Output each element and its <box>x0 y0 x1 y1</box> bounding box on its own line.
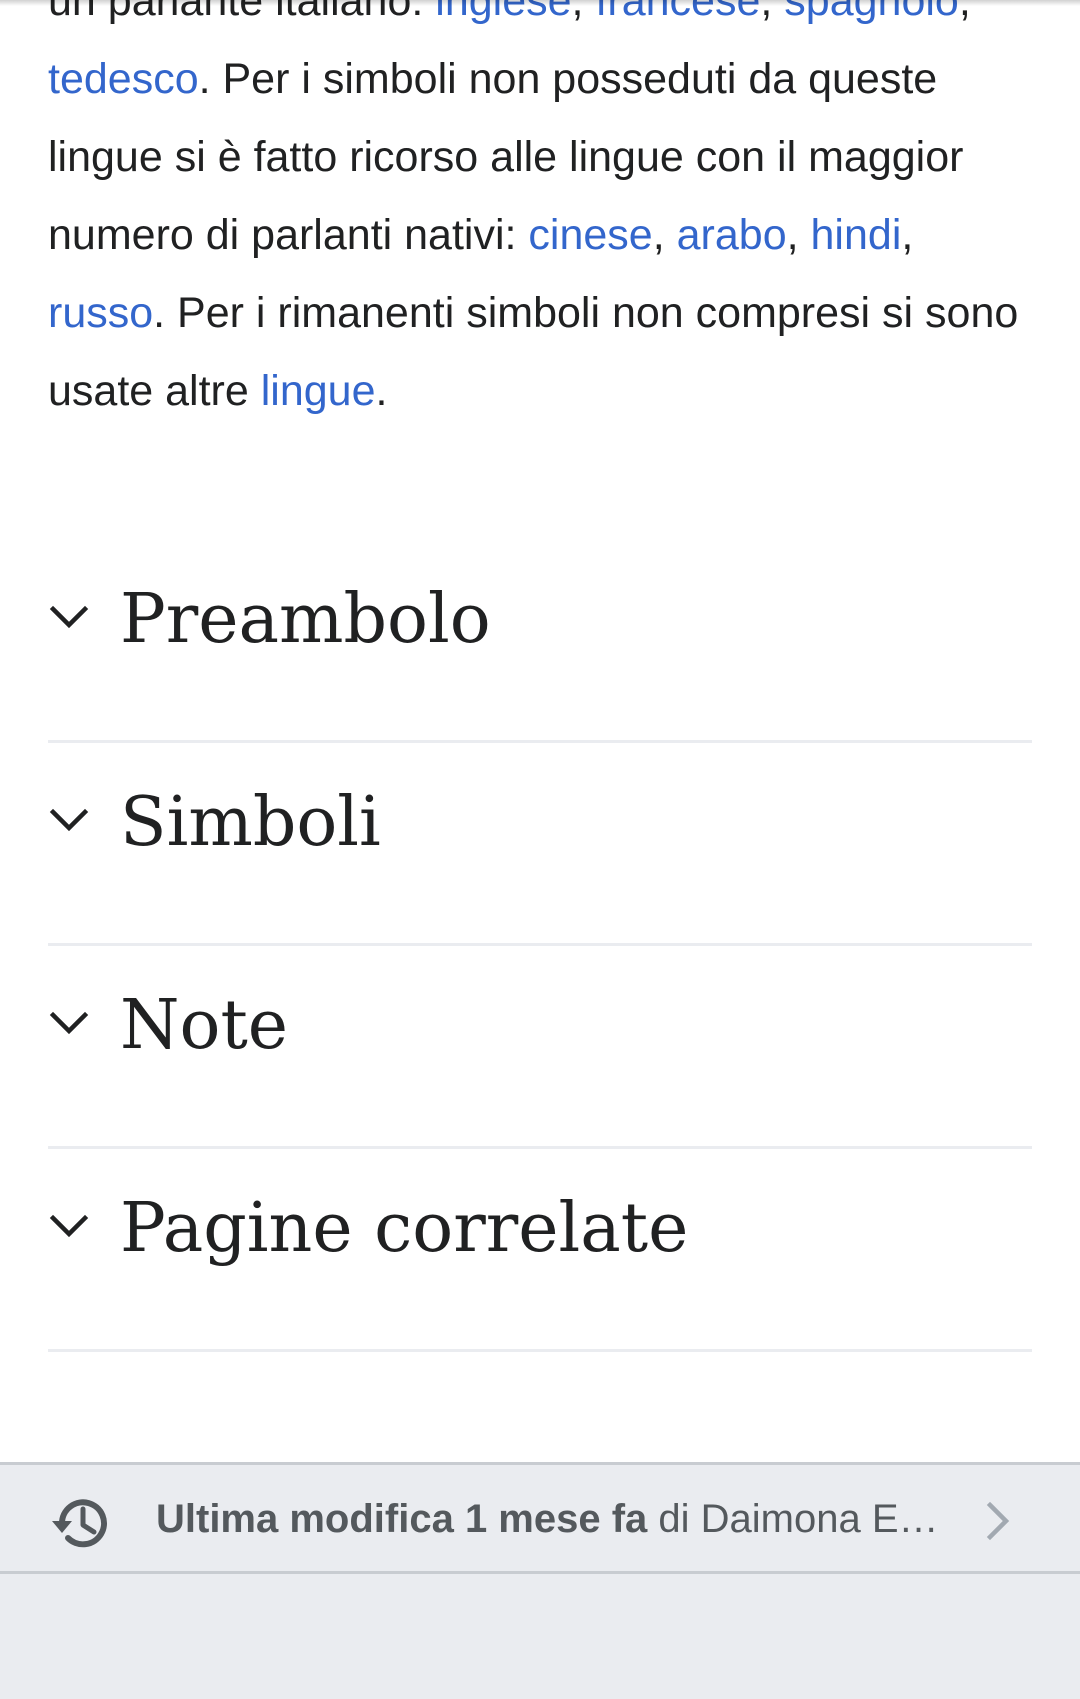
chevron-down-icon <box>49 605 89 629</box>
paragraph-text: . Per i rimanenti simboli non compresi s… <box>48 289 1019 415</box>
last-modified-text: Ultima modifica 1 mese fa di Daimona E… <box>156 1493 939 1545</box>
section-title: Note <box>120 986 289 1065</box>
section-title: Preambolo <box>120 580 491 659</box>
history-icon <box>52 1499 107 1548</box>
section-preambolo[interactable]: Preambolo <box>48 540 1032 743</box>
page-bottom-area <box>0 1574 1080 1699</box>
section-title: Pagine correlate <box>120 1189 689 1268</box>
last-modified-time: Ultima modifica 1 mese fa <box>156 1497 648 1541</box>
comma: , <box>786 211 811 259</box>
last-modified-bar[interactable]: Ultima modifica 1 mese fa di Daimona E… <box>0 1462 1080 1574</box>
top-shadow <box>0 0 1080 6</box>
link-arabo[interactable]: arabo <box>677 211 787 259</box>
link-tedesco[interactable]: tedesco <box>48 55 199 103</box>
link-cinese[interactable]: cinese <box>528 211 652 259</box>
link-hindi[interactable]: hindi <box>811 211 902 259</box>
collapsible-sections: Preambolo Simboli Note Pagine correlate <box>48 540 1032 1352</box>
chevron-down-icon <box>49 808 89 832</box>
article-body: un parlante italiano: inglese, francese,… <box>48 0 1038 430</box>
section-pagine-correlate[interactable]: Pagine correlate <box>48 1149 1032 1352</box>
period: . <box>375 367 388 415</box>
link-russo[interactable]: russo <box>48 289 153 337</box>
last-modified-author: di Daimona E… <box>647 1497 939 1541</box>
chevron-down-icon <box>49 1011 89 1035</box>
link-lingue[interactable]: lingue <box>261 367 376 415</box>
chevron-right-icon <box>986 1501 1010 1541</box>
section-title: Simboli <box>120 783 381 862</box>
section-note[interactable]: Note <box>48 946 1032 1149</box>
article-paragraph: un parlante italiano: inglese, francese,… <box>48 0 1038 430</box>
chevron-down-icon <box>49 1214 89 1238</box>
comma: , <box>652 211 677 259</box>
comma: , <box>901 211 914 259</box>
section-simboli[interactable]: Simboli <box>48 743 1032 946</box>
